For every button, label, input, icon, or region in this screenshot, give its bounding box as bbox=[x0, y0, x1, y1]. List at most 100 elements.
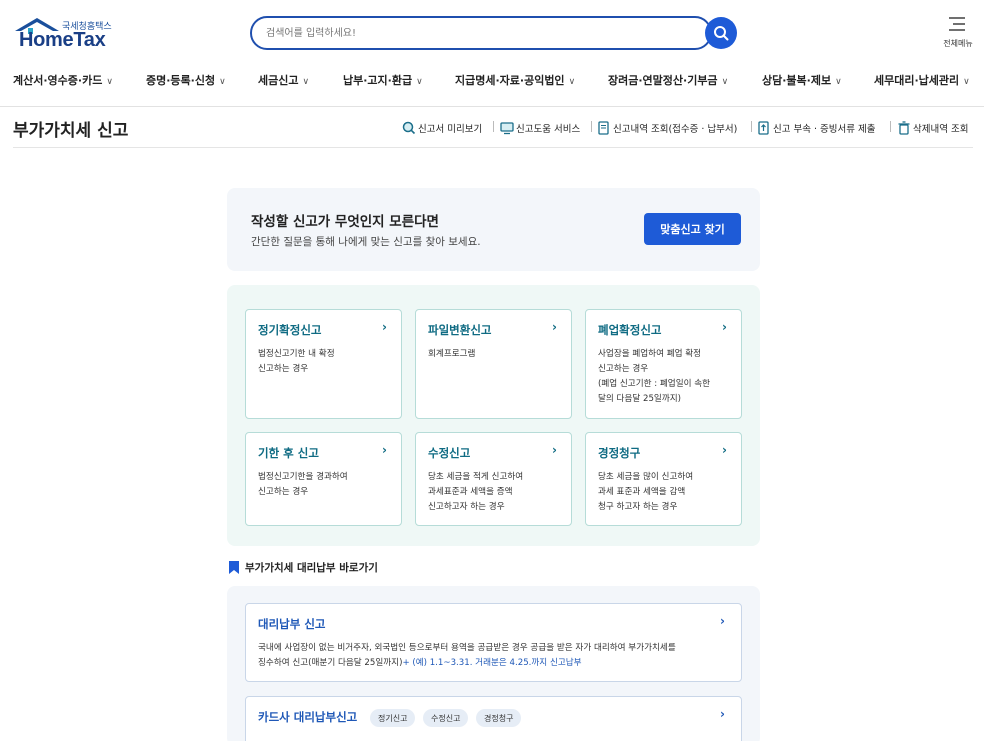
document-search-icon bbox=[598, 121, 609, 135]
search-button[interactable] bbox=[705, 17, 737, 49]
card-card-company-proxy-report[interactable]: 카드사 대리납부신고 정기신고 수정신고 경정청구 › bbox=[245, 696, 742, 741]
find-report-title: 작성할 신고가 무엇인지 모른다면 bbox=[251, 214, 439, 230]
gnb-item-payment[interactable]: 납부·고지·환급 ∨ bbox=[343, 72, 423, 88]
chevron-right-icon: › bbox=[552, 443, 557, 457]
card-title: 폐업확정신고 bbox=[598, 323, 662, 337]
document-upload-icon bbox=[758, 121, 769, 135]
chevron-right-icon: › bbox=[722, 320, 727, 334]
chevron-down-icon: ∨ bbox=[835, 77, 842, 87]
quick-link-help[interactable]: 신고도움 서비스 bbox=[500, 119, 580, 137]
chevron-down-icon: ∨ bbox=[302, 77, 310, 87]
find-report-desc: 간단한 질문을 통해 나에게 맞는 신고를 찾아 보세요. bbox=[251, 236, 481, 248]
search-input[interactable] bbox=[252, 18, 692, 48]
quick-link-label: 신고내역 조회(접수증 · 납부서) bbox=[613, 124, 738, 135]
gnb-item-consult[interactable]: 상담·불복·제보 ∨ bbox=[762, 72, 842, 88]
gnb-item-certificate[interactable]: 증명·등록·신청 ∨ bbox=[146, 72, 226, 88]
card-title: 파일변환신고 bbox=[428, 323, 492, 337]
gnb-item-agent[interactable]: 세무대리·납세관리 ∨ bbox=[874, 72, 970, 88]
card-desc: 사업장을 폐업하여 폐업 확정 신고하는 경우 (폐업 신고기한 : 폐업일이 속한… bbox=[598, 349, 711, 404]
divider bbox=[591, 121, 592, 132]
card-desc: 법정신고기한을 경과하여 신고하는 경우 bbox=[258, 472, 348, 497]
card-title: 정기확정신고 bbox=[258, 323, 322, 337]
quick-link-label: 신고도움 서비스 bbox=[516, 124, 581, 135]
chevron-right-icon: › bbox=[382, 443, 387, 457]
gnb-label: 증명·등록·신청 bbox=[146, 74, 216, 87]
card-correction-claim[interactable]: 경정청구 › 당초 세금을 많이 신고하여 과세 표준과 세액을 감액 청구 하고자… bbox=[585, 432, 742, 526]
chevron-down-icon: ∨ bbox=[568, 77, 576, 87]
tag-regular[interactable]: 정기신고 bbox=[370, 709, 416, 727]
chevron-right-icon: › bbox=[552, 320, 557, 334]
card-amended-report[interactable]: 수정신고 › 당초 세금을 적게 신고하여 과세표준과 세액을 증액 신고하고자 하… bbox=[415, 432, 572, 526]
find-report-box: 작성할 신고가 무엇인지 모른다면 간단한 질문을 통해 나에게 맞는 신고를 … bbox=[227, 188, 760, 271]
divider bbox=[751, 121, 752, 132]
gnb-item-statement[interactable]: 지급명세·자료·공익법인 ∨ bbox=[455, 72, 575, 88]
quick-link-attachment[interactable]: 신고 부속 · 증빙서류 제출 bbox=[757, 119, 876, 137]
gnb-label: 세금신고 bbox=[258, 74, 299, 87]
chevron-right-icon: › bbox=[720, 614, 725, 628]
card-late-report[interactable]: 기한 후 신고 › 법정신고기한을 경과하여 신고하는 경우 bbox=[245, 432, 402, 526]
card-file-convert-report[interactable]: 파일변환신고 › 회계프로그램 bbox=[415, 309, 572, 419]
gnb-label: 세무대리·납세관리 bbox=[874, 74, 960, 87]
quick-link-preview[interactable]: 신고서 미리보기 bbox=[402, 119, 482, 137]
trash-icon bbox=[898, 121, 910, 135]
report-type-panel: 정기확정신고 › 법정신고기한 내 확정 신고하는 경우 파일변환신고 › 회계프… bbox=[227, 285, 760, 546]
section-title-text: 부가가치세 대리납부 바로가기 bbox=[245, 562, 378, 574]
quick-link-label: 신고서 미리보기 bbox=[418, 124, 483, 135]
card-closure-report[interactable]: 폐업확정신고 › 사업장을 폐업하여 폐업 확정 신고하는 경우 (폐업 신고기한 … bbox=[585, 309, 742, 419]
gnb-item-tax-report[interactable]: 세금신고 ∨ bbox=[258, 72, 309, 88]
all-menu-label: 전체메뉴 bbox=[943, 39, 973, 48]
example-highlight: + (예) 1.1~3.31. 거래분은 4.25.까지 신고납부 bbox=[402, 658, 582, 668]
hamburger-icon bbox=[949, 17, 965, 31]
logo-title: HomeTax bbox=[19, 29, 106, 51]
monitor-help-icon bbox=[500, 122, 514, 135]
chevron-right-icon: › bbox=[722, 443, 727, 457]
card-title: 대리납부 신고 bbox=[258, 617, 326, 631]
gnb-label: 상담·불복·제보 bbox=[762, 74, 832, 87]
bookmark-icon bbox=[229, 561, 239, 574]
card-proxy-payment-report[interactable]: 대리납부 신고 › 국내에 사업장이 없는 비거주자, 외국법인 등으로부터 용… bbox=[245, 603, 742, 682]
header: 국세청홈택스 HomeTax 전체메뉴 bbox=[0, 0, 984, 64]
chevron-right-icon: › bbox=[382, 320, 387, 334]
gnb-item-invoice[interactable]: 계산서·영수증·카드 ∨ bbox=[13, 72, 113, 88]
custom-report-find-button[interactable]: 맞춤신고 찾기 bbox=[644, 213, 741, 245]
all-menu-button[interactable]: 전체메뉴 bbox=[938, 16, 978, 52]
gnb-label: 지급명세·자료·공익법인 bbox=[455, 74, 565, 87]
divider bbox=[890, 121, 891, 132]
chevron-right-icon: › bbox=[720, 707, 725, 721]
chevron-down-icon: ∨ bbox=[963, 77, 970, 87]
search-icon bbox=[714, 26, 729, 41]
divider bbox=[493, 121, 494, 132]
card-title: 기한 후 신고 bbox=[258, 446, 319, 460]
gnb-label: 계산서·영수증·카드 bbox=[13, 74, 103, 87]
quick-link-history[interactable]: 신고내역 조회(접수증 · 납부서) bbox=[597, 119, 737, 137]
card-desc: 법정신고기한 내 확정 신고하는 경우 bbox=[258, 349, 335, 374]
hometax-logo[interactable]: 국세청홈택스 HomeTax bbox=[13, 16, 119, 52]
gnb-item-incentive[interactable]: 장려금·연말정산·기부금 ∨ bbox=[608, 72, 728, 88]
chevron-down-icon: ∨ bbox=[416, 77, 423, 87]
card-title: 경정청구 bbox=[598, 446, 641, 460]
quick-link-deleted[interactable]: 삭제내역 조회 bbox=[897, 119, 968, 137]
title-divider bbox=[13, 147, 973, 148]
quick-link-label: 삭제내역 조회 bbox=[913, 124, 969, 135]
card-desc: 당초 세금을 많이 신고하여 과세 표준과 세액을 감액 청구 하고자 하는 경우 bbox=[598, 472, 694, 512]
card-regular-report[interactable]: 정기확정신고 › 법정신고기한 내 확정 신고하는 경우 bbox=[245, 309, 402, 419]
gnb-label: 장려금·연말정산·기부금 bbox=[608, 74, 718, 87]
chevron-down-icon: ∨ bbox=[106, 77, 113, 87]
search-box bbox=[250, 16, 712, 50]
quick-link-label: 신고 부속 · 증빙서류 제출 bbox=[773, 124, 876, 135]
magnifier-doc-icon bbox=[402, 121, 416, 135]
gnb-label: 납부·고지·환급 bbox=[343, 74, 413, 87]
chevron-down-icon: ∨ bbox=[721, 77, 729, 87]
card-title: 수정신고 bbox=[428, 446, 471, 460]
card-desc: 당초 세금을 적게 신고하여 과세표준과 세액을 증액 신고하고자 하는 경우 bbox=[428, 472, 524, 512]
tag-amended[interactable]: 수정신고 bbox=[423, 709, 469, 727]
proxy-section-title: 부가가치세 대리납부 바로가기 bbox=[229, 560, 378, 575]
card-desc: 회계프로그램 bbox=[428, 349, 476, 359]
proxy-panel: 대리납부 신고 › 국내에 사업장이 없는 비거주자, 외국법인 등으로부터 용… bbox=[227, 586, 760, 741]
global-navigation: 계산서·영수증·카드 ∨ 증명·등록·신청 ∨ 세금신고 ∨ 납부·고지·환급 ∨ 지급… bbox=[0, 64, 984, 107]
card-desc: 국내에 사업장이 없는 비거주자, 외국법인 등으로부터 용역을 공급받은 경우… bbox=[258, 643, 676, 668]
card-title: 카드사 대리납부신고 bbox=[258, 710, 358, 724]
page-title: 부가가치세 신고 bbox=[13, 121, 129, 141]
tag-claim[interactable]: 경정청구 bbox=[476, 709, 522, 727]
chevron-down-icon: ∨ bbox=[219, 77, 226, 87]
